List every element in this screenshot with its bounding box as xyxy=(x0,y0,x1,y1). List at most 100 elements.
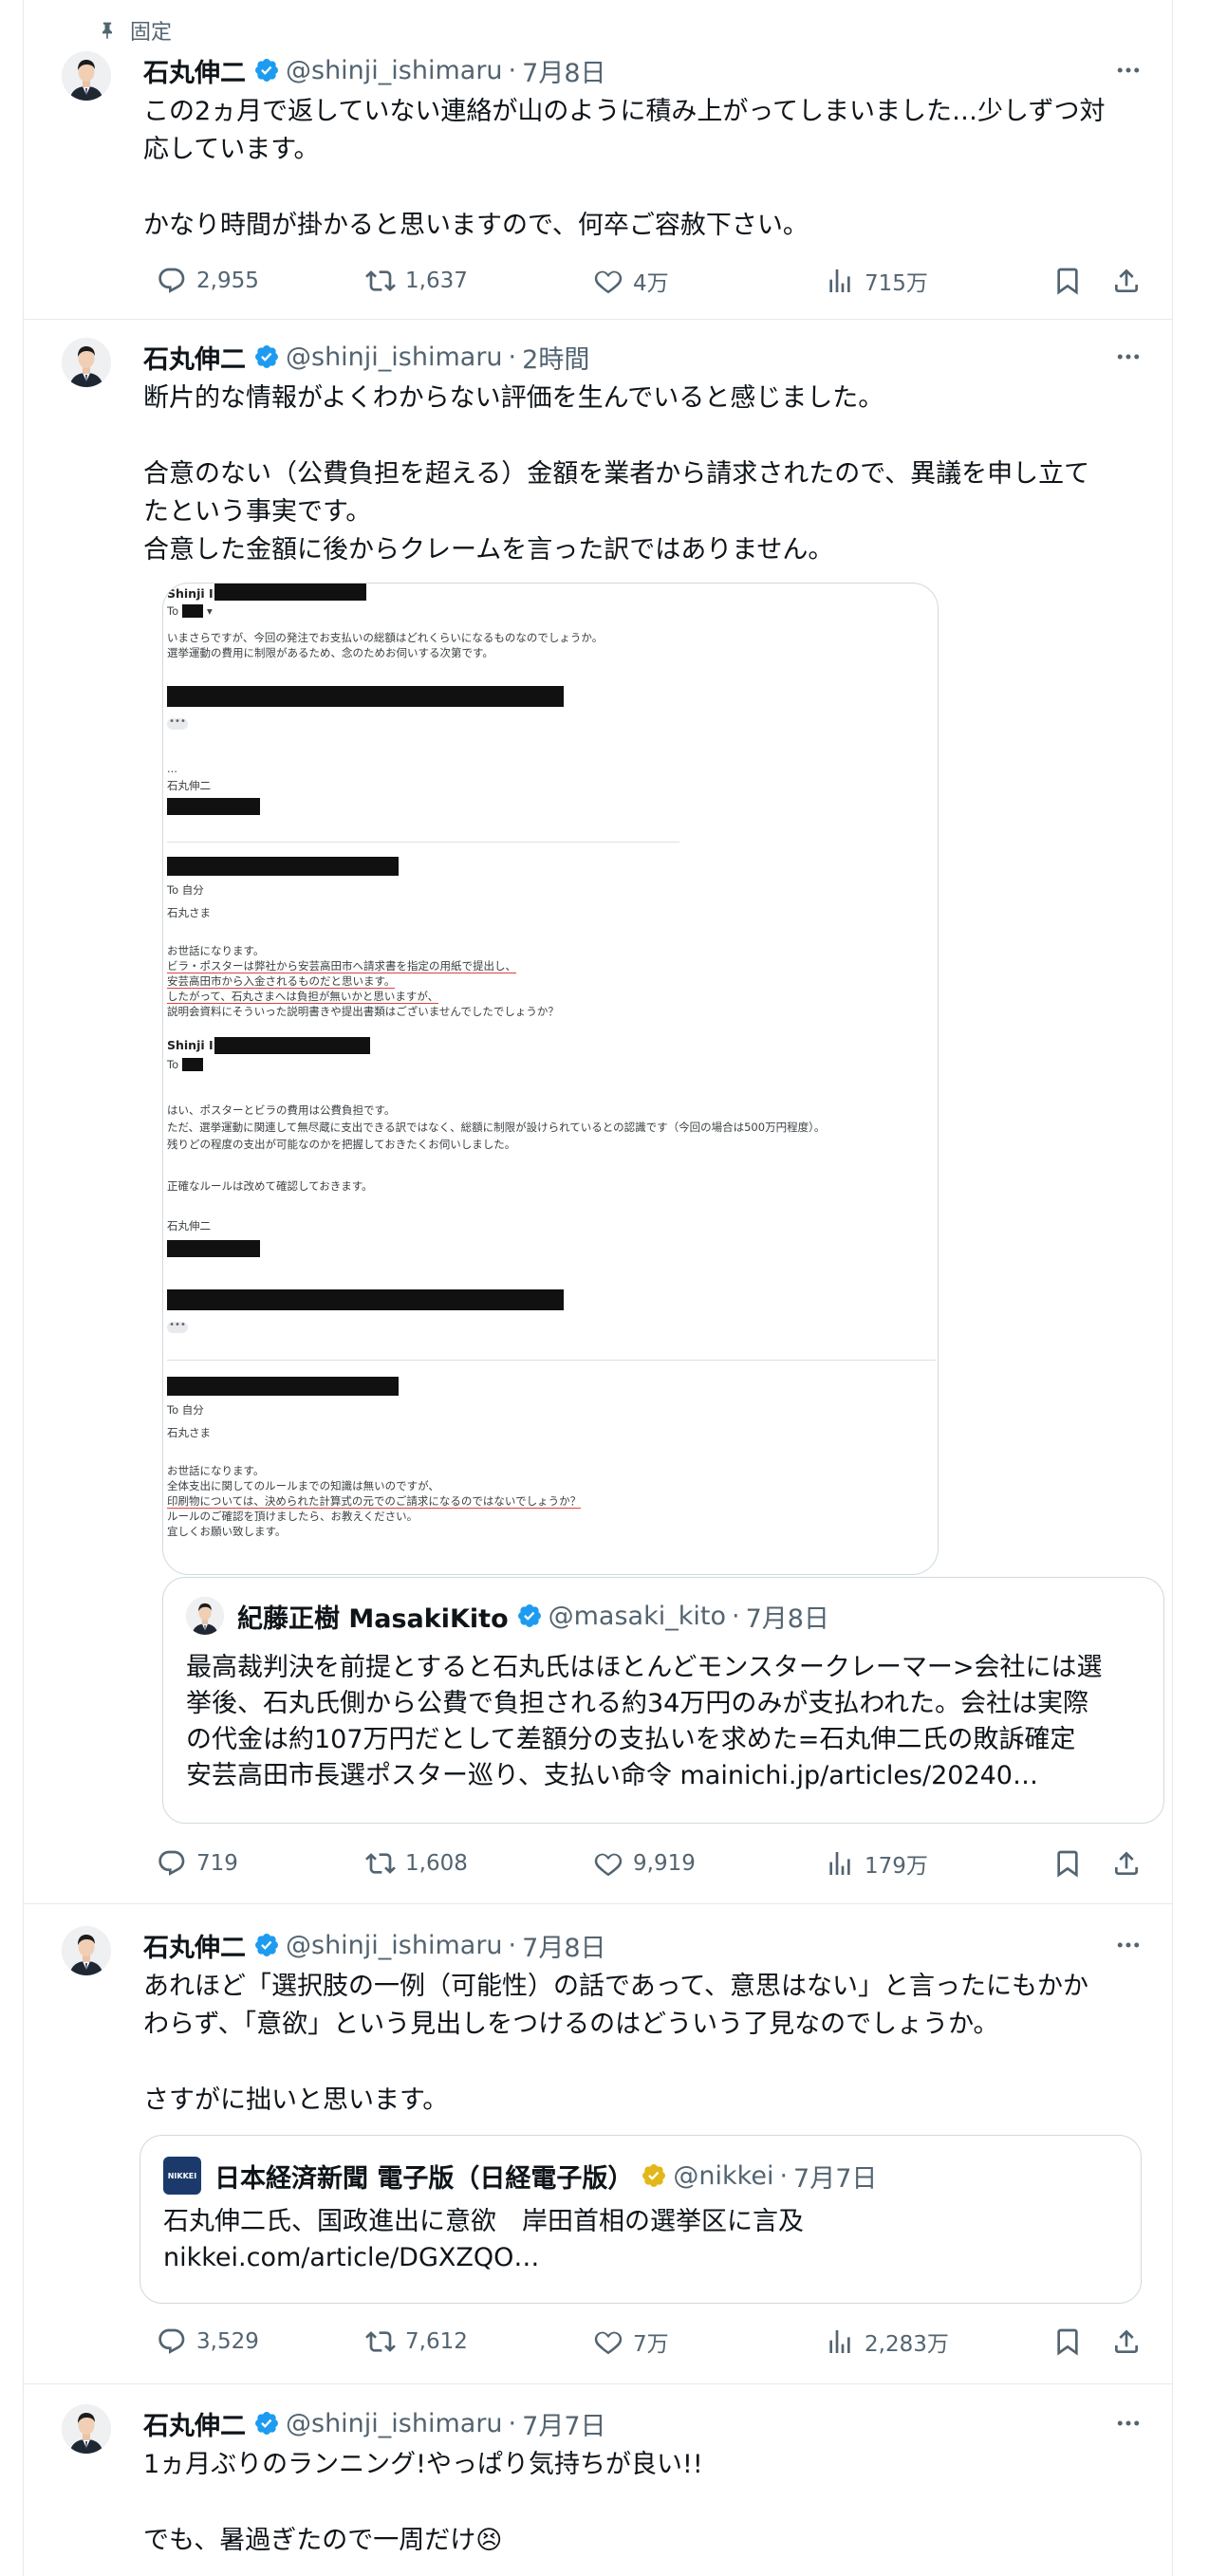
tweet-text: 断片的な情報がよくわからない評価を生んでいると感じました。 合意のない（公費負担… xyxy=(143,383,1090,565)
tweet-text: この2ヵ月で返していない連絡が山のように積み上がってしまいました…少しずつ対 応… xyxy=(143,97,1106,240)
tweet-actions: 719 1,608 9,919 179万 xyxy=(24,1844,1172,1882)
tweet-time[interactable]: 2時間 xyxy=(522,339,589,376)
author-handle[interactable]: @shinji_ishimaru xyxy=(286,343,503,372)
quoted-tweet[interactable]: 紀藤正樹 MasakiKito @masaki_kito · 7月8日 最高裁判… xyxy=(162,1577,1164,1824)
tweet-image-email-screenshot[interactable]: Shinji I To ▾ いまさらですが、今回の発注でお支払いの総額はどれくら… xyxy=(162,583,939,1575)
retweet-icon xyxy=(365,2326,396,2357)
author-name[interactable]: 石丸伸二 xyxy=(143,2405,246,2442)
like-count: 9,919 xyxy=(633,1851,696,1876)
email-line: 宜しくお願い致します。 xyxy=(167,1525,287,1538)
more-options-button[interactable] xyxy=(1109,51,1147,89)
author-handle[interactable]: @shinji_ishimaru xyxy=(286,1931,503,1960)
email-line: お世話になります。 xyxy=(167,944,265,957)
tweet-time[interactable]: 7月7日 xyxy=(522,2405,605,2442)
like-count: 4万 xyxy=(633,271,669,296)
author-name[interactable]: 石丸伸二 xyxy=(143,1927,246,1964)
author-name[interactable]: 石丸伸二 xyxy=(143,339,246,376)
tweet-text: あれほど「選択肢の一例（可能性）の話であって、意思はない」と言ったにもかか わら… xyxy=(143,1972,1089,2115)
views-icon xyxy=(825,266,855,296)
reply-count: 719 xyxy=(196,1851,238,1876)
quote-text: 石丸伸二氏、国政進出に意欲 岸田首相の選挙区に言及 nikkei.com/art… xyxy=(163,2207,804,2272)
verified-icon[interactable] xyxy=(253,1932,280,1958)
email-line-highlighted: ビラ・ポスターは弊社から安芸高田市へ請求書を指定の用紙で提出し、 xyxy=(167,959,516,973)
reply-button[interactable]: 719 xyxy=(157,1848,238,1879)
more-icon xyxy=(1114,343,1143,371)
like-button[interactable]: 9,919 xyxy=(593,1848,696,1879)
bookmark-button[interactable] xyxy=(1052,1848,1083,1879)
tweet-header: 石丸伸二 @shinji_ishimaru · 7月7日 xyxy=(143,2404,1147,2442)
author-handle[interactable]: @shinji_ishimaru xyxy=(286,2409,503,2438)
reply-button[interactable]: 3,529 xyxy=(157,2326,259,2357)
dot-separator: · xyxy=(731,1601,740,1631)
retweet-button[interactable]: 7,612 xyxy=(365,2326,468,2357)
share-icon xyxy=(1111,266,1142,296)
pinned-indicator: 固定 xyxy=(98,15,172,46)
email-signature: 石丸伸二 xyxy=(167,1219,211,1232)
verified-icon[interactable] xyxy=(253,2410,280,2437)
email-to: To xyxy=(167,1058,179,1071)
bookmark-button[interactable] xyxy=(1052,2326,1083,2357)
dot-separator: · xyxy=(779,2160,789,2191)
more-icon xyxy=(1114,56,1143,84)
tweet-time[interactable]: 7月8日 xyxy=(522,52,605,89)
email-line: 残りどの程度の支出が可能なのかを把握しておきたくお伺いしました。 xyxy=(167,1138,516,1151)
views-icon xyxy=(825,2326,855,2357)
tweet-text: 1ヵ月ぶりのランニング!やっぱり気持ちが良い!! でも、暑過ぎたので一周だけ😣 xyxy=(143,2450,703,2555)
dot-separator: · xyxy=(508,342,517,372)
avatar[interactable] xyxy=(62,2404,111,2454)
like-button[interactable]: 7万 xyxy=(593,2326,669,2358)
email-line: ただ、選挙運動に関連して無尽蔵に支出できる訳ではなく、総額に制限が設けられている… xyxy=(167,1121,826,1134)
like-button[interactable]: 4万 xyxy=(593,265,669,297)
dot-separator: · xyxy=(508,55,517,85)
like-icon xyxy=(593,2326,623,2357)
quote-time: 7月7日 xyxy=(793,2163,878,2194)
share-button[interactable] xyxy=(1111,1848,1142,1879)
avatar[interactable] xyxy=(62,338,111,387)
quote-text: 最高裁判決を前提とすると石丸氏はほとんどモンスタークレーマー>会社には選 挙後、… xyxy=(186,1653,1103,1790)
email-sender: Shinji I xyxy=(167,586,214,601)
email-line: ... xyxy=(167,762,177,775)
more-options-button[interactable] xyxy=(1109,1926,1147,1964)
bookmark-button[interactable] xyxy=(1052,266,1083,296)
share-button[interactable] xyxy=(1111,266,1142,296)
email-line-highlighted: 安芸高田市から入金されるものだと思います。 xyxy=(167,974,396,989)
tweet[interactable]: 石丸伸二 @shinji_ishimaru · 7月7日 1ヵ月ぶりのランニング… xyxy=(24,2383,1172,2576)
tweet-actions: 3,529 7,612 7万 2,283万 xyxy=(24,2323,1172,2361)
tweet-time[interactable]: 7月8日 xyxy=(522,1927,605,1964)
pinned-label: 固定 xyxy=(130,21,173,45)
author-handle[interactable]: @shinji_ishimaru xyxy=(286,56,503,85)
avatar[interactable] xyxy=(62,51,111,101)
view-count: 2,283万 xyxy=(865,2332,949,2357)
verified-icon[interactable] xyxy=(253,343,280,370)
like-count: 7万 xyxy=(633,2332,669,2357)
verified-icon[interactable] xyxy=(253,57,280,83)
tweet[interactable]: 石丸伸二 @shinji_ishimaru · 7月8日 あれほど「選択肢の一例… xyxy=(24,1903,1172,2384)
retweet-count: 7,612 xyxy=(405,2329,468,2354)
more-icon xyxy=(1114,2409,1143,2437)
quote-handle: @masaki_kito xyxy=(548,1601,726,1631)
views-button[interactable]: 715万 xyxy=(825,265,928,297)
author-name[interactable]: 石丸伸二 xyxy=(143,52,246,89)
views-button[interactable]: 179万 xyxy=(825,1847,928,1880)
email-signature: 石丸伸二 xyxy=(167,779,211,792)
quote-handle: @nikkei xyxy=(673,2160,774,2191)
like-icon xyxy=(593,266,623,296)
tweet-pinned[interactable]: 固定 石丸伸二 @shinji_ishimaru · 7月8日 この2ヵ月で返し… xyxy=(24,0,1172,320)
avatar[interactable] xyxy=(62,1926,111,1975)
more-options-button[interactable] xyxy=(1109,338,1147,376)
quoted-tweet[interactable]: NIKKEI 日本経済新聞 電子版（日経電子版） @nikkei · 7月7日 … xyxy=(140,2135,1142,2304)
more-options-button[interactable] xyxy=(1109,2404,1147,2442)
retweet-button[interactable]: 1,637 xyxy=(365,266,468,296)
share-button[interactable] xyxy=(1111,2326,1142,2357)
email-line: お世話になります。 xyxy=(167,1464,265,1477)
retweet-button[interactable]: 1,608 xyxy=(365,1848,468,1879)
reply-button[interactable]: 2,955 xyxy=(157,266,259,296)
email-to: To 自分 xyxy=(167,1403,204,1417)
dot-separator: · xyxy=(508,2408,517,2438)
views-icon xyxy=(825,1848,855,1879)
views-button[interactable]: 2,283万 xyxy=(825,2326,949,2358)
retweet-count: 1,608 xyxy=(405,1851,468,1876)
quote-time: 7月8日 xyxy=(745,1603,829,1634)
reply-count: 2,955 xyxy=(196,269,259,293)
retweet-icon xyxy=(365,1848,396,1879)
